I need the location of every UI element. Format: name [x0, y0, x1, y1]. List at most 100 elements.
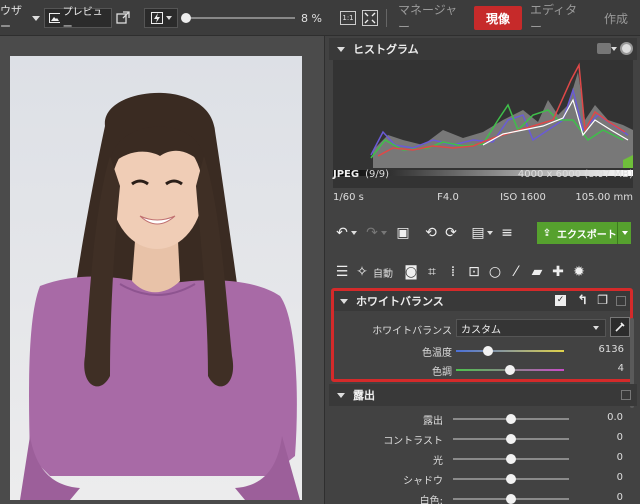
rotate-right-icon[interactable]: ⟳	[441, 225, 461, 241]
tab-editor[interactable]: エディター	[530, 3, 588, 34]
flash-dropdown[interactable]	[144, 0, 178, 36]
preset-icon[interactable]	[621, 390, 631, 400]
crop-icon[interactable]: ⌗	[423, 264, 441, 280]
exposure-row-knob[interactable]	[506, 414, 516, 424]
export-dropdown[interactable]	[617, 222, 631, 244]
exposure-row-knob[interactable]	[506, 474, 516, 484]
perspective-icon[interactable]: ⁞	[444, 264, 462, 280]
wb-temp-slider[interactable]	[456, 346, 564, 356]
reset-icon[interactable]: ↰	[577, 293, 588, 308]
circle-icon[interactable]: ○	[486, 264, 504, 280]
eyedropper-button[interactable]	[610, 317, 630, 337]
wb-temp-knob[interactable]	[483, 346, 494, 356]
undo-icon[interactable]: ↶	[333, 225, 351, 241]
exposure-row-slider[interactable]	[453, 494, 569, 504]
chevron-down-icon	[165, 16, 172, 20]
chevron-down-icon	[593, 326, 599, 330]
divider	[386, 9, 387, 27]
camera-icon[interactable]	[597, 43, 611, 54]
preview-button[interactable]: プレビュー	[44, 0, 112, 36]
app-window: ウザー プレビュー 8 % 1:1 マネージャー 現像 エディター 作成 ヒスト…	[0, 0, 640, 504]
wb-tint-slider[interactable]	[456, 365, 564, 375]
white-balance-header[interactable]: ホワイトバランス ✓ ↰ ❐	[334, 291, 630, 311]
eyedropper-icon	[615, 322, 625, 332]
tab-manager[interactable]: マネージャー	[398, 3, 468, 34]
exif-row-2: 1/60 s F4.0 ISO 1600 105.00 mm	[333, 192, 633, 203]
bandage-icon[interactable]: ✚	[549, 264, 567, 280]
zoom-slider-knob[interactable]	[181, 13, 191, 23]
exposure-row-slider[interactable]	[453, 434, 569, 444]
exposure-row-label: 光	[433, 456, 443, 467]
chevron-down-icon[interactable]	[351, 231, 357, 235]
zoom-slider[interactable]	[181, 13, 295, 23]
chevron-down-icon[interactable]	[611, 47, 617, 51]
tool-icons-row: ☰ ✧ 自動 ◙ ⌗ ⁞ ⊡ ○ ⁄ ▰ ✚ ✹	[333, 260, 637, 284]
exposure-row-value: 0	[616, 492, 623, 503]
histogram-header[interactable]: ヒストグラム	[329, 38, 637, 60]
level-icon[interactable]: ⊡	[465, 264, 483, 280]
white-balance-section: ホワイトバランス ✓ ↰ ❐ ホワイトバランス カスタム 色温度 6136 色調	[331, 288, 633, 382]
exposure-row-slider[interactable]	[453, 414, 569, 424]
chevron-down-icon	[32, 15, 40, 21]
export-icon: ⇪	[542, 227, 552, 239]
wb-preset-label: ホワイトバランス	[372, 326, 452, 337]
save-icon[interactable]: ▤	[469, 225, 487, 241]
camera-icon[interactable]: ◙	[402, 264, 420, 280]
adjustments-icon[interactable]: ☰	[333, 264, 351, 280]
exposure-row-value: 0	[616, 432, 623, 443]
collapse-icon	[340, 298, 348, 304]
settings-sliders-icon[interactable]: ≡	[497, 225, 517, 241]
exposure-row-slider[interactable]	[453, 474, 569, 484]
fit-screen-button[interactable]	[362, 0, 378, 36]
wb-tint-value: 4	[617, 363, 624, 374]
ratio-label: 1:1	[340, 11, 356, 25]
chevron-down-icon[interactable]	[487, 231, 493, 235]
export-label: エクスポート	[557, 229, 617, 241]
gradient-icon[interactable]: ▰	[528, 264, 546, 280]
aperture: F4.0	[437, 192, 459, 203]
copy-icon[interactable]: ❐	[597, 293, 608, 307]
collapse-icon	[337, 392, 345, 398]
wb-preset-select[interactable]: カスタム	[456, 319, 606, 337]
gear-icon[interactable]: ✹	[570, 264, 588, 280]
image-icon[interactable]: ▣	[393, 225, 413, 241]
auto-label[interactable]: 自動	[373, 265, 393, 280]
exposure-row-label: シャドウ	[403, 476, 443, 487]
histogram-title: ヒストグラム	[353, 43, 419, 56]
exposure-row-knob[interactable]	[506, 434, 516, 444]
collapse-icon	[337, 46, 345, 52]
exposure-row-value: 0.0	[607, 412, 623, 423]
exposure-row-knob[interactable]	[506, 454, 516, 464]
exposure-row-value: 0	[616, 452, 623, 463]
wb-tint-knob[interactable]	[505, 365, 515, 375]
exposure-row-label: 露出	[423, 416, 443, 427]
top-toolbar: ウザー プレビュー 8 % 1:1 マネージャー 現像 エディター 作成	[0, 0, 640, 36]
checkbox-icon[interactable]: ✓	[555, 295, 566, 306]
redo-icon[interactable]: ↷	[363, 225, 381, 241]
wb-temp-value: 6136	[598, 344, 624, 355]
external-link-icon	[116, 11, 130, 24]
photo-viewer[interactable]	[0, 36, 324, 504]
gear-icon[interactable]	[620, 42, 633, 55]
export-button[interactable]: ⇪ エクスポート	[537, 222, 631, 244]
preset-icon[interactable]	[616, 296, 626, 306]
exposure-row-label: 白色:	[419, 496, 443, 504]
rotate-left-icon[interactable]: ⟲	[421, 225, 441, 241]
tab-develop[interactable]: 現像	[474, 6, 522, 30]
exposure-row-slider[interactable]	[453, 454, 569, 464]
exposure-row-label: コントラスト	[383, 436, 443, 447]
viewer-mode-label: ウザー	[0, 4, 22, 33]
brush-icon[interactable]: ⁄	[507, 264, 525, 280]
exposure-title: 露出	[353, 389, 375, 402]
zoom-1-1-button[interactable]: 1:1	[340, 0, 356, 36]
wb-temp-label: 色温度	[422, 348, 452, 359]
external-window-button[interactable]	[116, 0, 130, 36]
magic-wand-icon[interactable]: ✧	[354, 264, 370, 280]
exposure-row-knob[interactable]	[506, 494, 516, 504]
exif-row-1: JPEG (9/9) 4000 x 6000 (8.97 MB)	[333, 169, 633, 180]
image-icon	[49, 13, 60, 23]
tab-create[interactable]: 作成	[598, 6, 634, 30]
chevron-down-icon[interactable]	[381, 231, 387, 235]
viewer-mode-dropdown[interactable]: ウザー	[0, 0, 40, 36]
exposure-header[interactable]: 露出	[329, 384, 637, 406]
